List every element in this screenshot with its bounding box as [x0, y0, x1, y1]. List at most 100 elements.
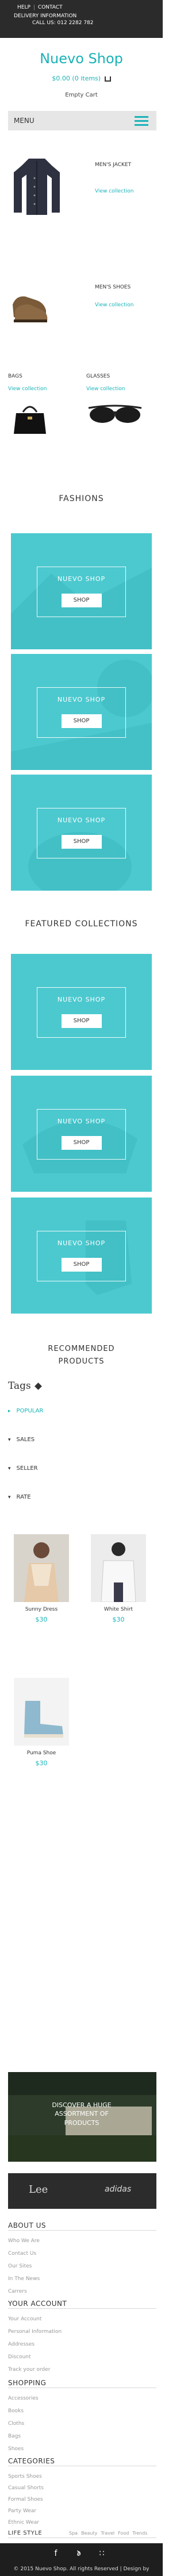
tag-label: SALES [16, 1437, 35, 1443]
tag-seller[interactable]: ▾ SELLER [8, 1465, 38, 1472]
delivery-info-link[interactable]: DELIVERY INFORMATION [14, 13, 76, 19]
footer-link[interactable]: Beauty [81, 2531, 97, 2536]
category-title-glasses: GLASSES [86, 373, 110, 379]
cart-status[interactable]: Empty Cart [0, 92, 163, 98]
footer-link[interactable]: Party Wear [8, 2508, 36, 2514]
footer-heading-about: ABOUT US [8, 2221, 47, 2230]
product-card[interactable]: Puma Shoe $30 [14, 1678, 69, 1767]
footer-link[interactable]: Our Sites [8, 2263, 32, 2269]
footer-link[interactable]: Shoes [8, 2446, 24, 2452]
featured-banner-2[interactable]: NUEVO SHOP SHOP [11, 1076, 152, 1192]
promo-banner[interactable]: DISCOVER A HUGE ASSORTMENT OF PRODUCTS [8, 2072, 156, 2162]
rss-icon[interactable]: ∷ [95, 2549, 108, 2562]
footer-link[interactable]: Trends [132, 2531, 147, 2536]
shop-button[interactable]: SHOP [61, 714, 102, 728]
category-title-bags: BAGS [8, 373, 22, 379]
call-us-text: CALL US: 012 2282 782 [32, 20, 94, 26]
recommended-title-line1: RECOMMENDED [48, 1345, 115, 1353]
footer-link[interactable]: Contact Us [8, 2251, 36, 2257]
shop-button[interactable]: SHOP [61, 1258, 102, 1272]
brand-lee[interactable]: Lee [29, 2184, 48, 2196]
cart-icon[interactable] [104, 76, 111, 82]
menu-bar[interactable]: MENU [8, 111, 156, 130]
footer-link[interactable]: Carrers [8, 2289, 27, 2294]
tag-rate[interactable]: ▾ RATE [8, 1494, 31, 1500]
shoes-image[interactable] [10, 287, 51, 328]
bags-image[interactable] [12, 399, 48, 436]
footer-link[interactable]: Your Account [8, 2316, 41, 2322]
product-card[interactable]: Sunny Dress $30 [14, 1534, 69, 1623]
footer-link[interactable]: In The News [8, 2276, 40, 2282]
category-title-jacket: MEN'S JACKET [95, 162, 132, 168]
promo-line: PRODUCTS [64, 2119, 99, 2127]
fashions-title: FASHIONS [59, 494, 104, 503]
tag-icon [34, 1383, 43, 1390]
cart-summary[interactable]: $0.00 (0 items) [0, 75, 163, 82]
footer-link[interactable]: Formal Shoes [8, 2497, 43, 2502]
twitter-icon[interactable]: 𝖉 [72, 2549, 85, 2562]
product-price: $30 [35, 1616, 48, 1623]
help-link[interactable]: HELP [14, 5, 34, 10]
footer-link[interactable]: Cloths [8, 2421, 24, 2427]
product-price: $30 [35, 1759, 48, 1767]
fashion-banner-2[interactable]: NUEVO SHOP SHOP [11, 654, 152, 770]
featured-banner-3[interactable]: NUEVO SHOP SHOP [11, 1197, 152, 1314]
caret-down-icon: ▾ [8, 1466, 11, 1472]
featured-banner-1[interactable]: NUEVO SHOP SHOP [11, 954, 152, 1070]
contact-link[interactable]: CONTACT [34, 5, 66, 10]
footer-link[interactable]: Track your order [8, 2367, 51, 2373]
footer-heading-shopping: SHOPPING [8, 2379, 47, 2387]
category-link-jacket[interactable]: View collection [95, 188, 133, 194]
hamburger-icon[interactable] [135, 116, 148, 126]
promo-line: ASSORTMENT OF [55, 2110, 109, 2118]
tag-popular[interactable]: ▸ POPULAR [8, 1408, 43, 1414]
footer-heading-lifestyle: LIFE STYLE [8, 2530, 43, 2536]
category-link-shoes[interactable]: View collection [95, 302, 133, 308]
footer-link[interactable]: Accessories [8, 2396, 39, 2401]
caret-down-icon: ▾ [8, 1437, 11, 1443]
product-name[interactable]: White Shirt [91, 1607, 146, 1612]
footer-link[interactable]: Books [8, 2408, 24, 2414]
footer-link[interactable]: Personal Information [8, 2329, 62, 2335]
shop-button[interactable]: SHOP [61, 1136, 102, 1150]
banner-title: NUEVO SHOP [57, 1118, 106, 1125]
jacket-image[interactable] [12, 155, 62, 217]
shop-button[interactable]: SHOP [61, 594, 102, 607]
banner-title: NUEVO SHOP [57, 696, 106, 703]
site-logo[interactable]: Nuevo Shop [0, 51, 163, 67]
tag-sales[interactable]: ▾ SALES [8, 1437, 34, 1443]
footer-link[interactable]: Spa [69, 2531, 78, 2536]
footer-link[interactable]: Casual Shorts [8, 2485, 44, 2491]
banner-title: NUEVO SHOP [57, 1239, 106, 1247]
copyright-text: © 2015 Nuevo Shop. All rights Reserved |… [13, 2566, 150, 2572]
footer-link[interactable]: Who We Are [8, 2238, 40, 2244]
brand-adidas[interactable]: adidas [105, 2185, 131, 2194]
shop-button[interactable]: SHOP [61, 835, 102, 849]
category-link-bags[interactable]: View collection [8, 386, 47, 392]
glasses-image[interactable] [86, 402, 144, 428]
footer-link[interactable]: Bags [8, 2433, 21, 2439]
footer-link[interactable]: Addresses [8, 2342, 34, 2347]
product-card[interactable]: White Shirt $30 [91, 1534, 146, 1623]
product-name[interactable]: Sunny Dress [14, 1607, 69, 1612]
footer-link[interactable]: Travel [101, 2531, 114, 2536]
shop-button[interactable]: SHOP [61, 1014, 102, 1028]
banner-title: NUEVO SHOP [57, 575, 106, 583]
recommended-title-line2: PRODUCTS [58, 1357, 105, 1366]
product-name[interactable]: Puma Shoe [14, 1750, 69, 1756]
category-link-glasses[interactable]: View collection [86, 386, 125, 392]
menu-label: MENU [14, 117, 34, 125]
featured-title: FEATURED COLLECTIONS [25, 919, 138, 929]
footer-link[interactable]: Food [118, 2531, 129, 2536]
fashion-banner-1[interactable]: NUEVO SHOP SHOP [11, 533, 152, 649]
product-image[interactable] [14, 1678, 69, 1746]
product-image[interactable] [14, 1534, 69, 1602]
footer-link[interactable]: Discount [8, 2354, 31, 2360]
footer-link[interactable]: Sports Shoes [8, 2474, 42, 2479]
footer-link[interactable]: Ethnic Wear [8, 2520, 39, 2525]
tag-label: SELLER [16, 1465, 38, 1472]
fashion-banner-3[interactable]: NUEVO SHOP SHOP [11, 775, 152, 891]
product-image[interactable] [91, 1534, 146, 1602]
footer-heading-categories: CATEGORIES [8, 2457, 55, 2465]
facebook-icon[interactable]: f [49, 2549, 62, 2562]
